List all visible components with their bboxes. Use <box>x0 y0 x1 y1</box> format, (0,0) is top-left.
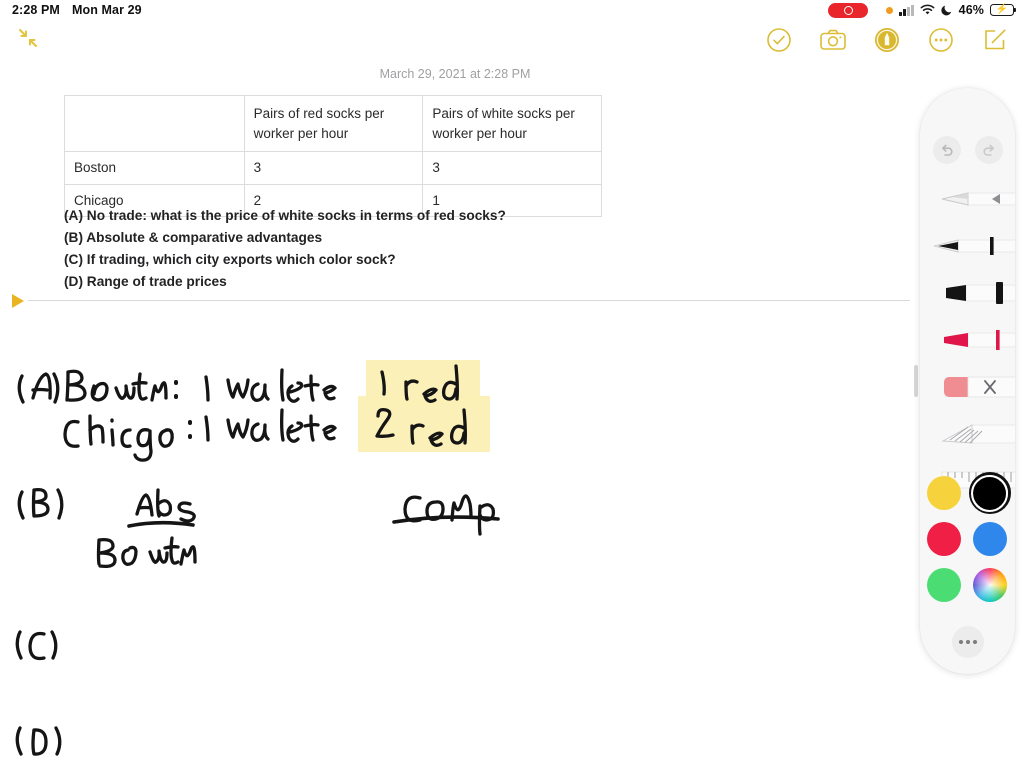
pencil-tool[interactable] <box>920 176 1015 223</box>
highlighter-strokes <box>358 360 490 452</box>
note-page[interactable]: March 29, 2021 at 2:28 PM Pairs of red s… <box>0 64 910 768</box>
lasso-tool[interactable] <box>920 411 1015 458</box>
underline-abs <box>127 520 195 528</box>
battery-percent: 46% <box>958 3 984 17</box>
table-header-cell-white: Pairs of white socks per worker per hour <box>422 94 602 153</box>
markup-tool-palette[interactable]: 30 50 <box>920 88 1015 674</box>
section-divider <box>28 300 910 301</box>
color-swatch-blue[interactable] <box>972 522 1007 556</box>
table-cell-white: 3 <box>422 151 602 185</box>
highlighter-tool[interactable]: 50 <box>920 317 1015 364</box>
table-cell-city: Boston <box>64 151 245 185</box>
more-options-button[interactable] <box>926 25 956 55</box>
highlight-stroke-2 <box>358 396 490 452</box>
checklist-done-icon <box>767 28 791 52</box>
color-swatch-red[interactable] <box>926 522 961 556</box>
app-toolbar <box>0 20 1024 64</box>
note-date-stamp: March 29, 2021 at 2:28 PM <box>379 67 531 81</box>
page-scrollbar[interactable] <box>914 365 918 397</box>
highlight-stroke-1 <box>366 360 480 406</box>
color-swatch-green[interactable] <box>926 568 961 602</box>
status-time: 2:28 PM <box>12 3 60 17</box>
question-item-a: (A) No trade: what is the price of white… <box>64 208 506 223</box>
compose-button[interactable] <box>980 25 1010 55</box>
camera-button[interactable] <box>818 25 848 55</box>
cellular-signal-icon <box>899 4 914 16</box>
collapse-sidebar-button[interactable] <box>16 26 40 55</box>
eraser-tool[interactable] <box>920 364 1015 411</box>
color-swatch-grid <box>920 472 1015 602</box>
table-header-cell-red: Pairs of red socks per worker per hour <box>243 94 424 153</box>
redo-icon <box>982 144 994 156</box>
compose-icon <box>985 29 1006 50</box>
status-bar-right: 46% ⚡ <box>828 2 1017 18</box>
redo-button[interactable] <box>974 136 1003 164</box>
status-bar: 2:28 PM Mon Mar 29 46% ⚡ <box>0 0 1024 20</box>
question-item-d: (D) Range of trade prices <box>64 273 227 289</box>
status-bar-left: 2:28 PM Mon Mar 29 <box>12 3 142 17</box>
toolbar-actions <box>764 25 1010 55</box>
pen-strokes <box>15 364 500 756</box>
table-cell-red: 3 <box>243 151 424 185</box>
apple-pencil-icon <box>875 28 899 52</box>
question-list: (A) No trade: what is the price of white… <box>64 205 624 293</box>
palette-more-button[interactable] <box>951 626 984 658</box>
battery-charging-icon: ⚡ <box>990 4 1017 16</box>
color-swatch-wheel[interactable] <box>972 568 1007 602</box>
productivity-table: Pairs of red socks per worker per hour P… <box>64 94 602 218</box>
pen-tool[interactable] <box>920 223 1015 270</box>
table-header-row: Pairs of red socks per worker per hour P… <box>64 94 602 153</box>
more-options-icon <box>929 28 953 52</box>
tool-list: 30 50 <box>920 176 1015 505</box>
orange-privacy-dot-icon <box>886 6 894 14</box>
table-header-cell-blank <box>64 94 245 153</box>
underline-comp <box>392 515 500 524</box>
do-not-disturb-moon-icon <box>941 4 953 16</box>
apple-pencil-button[interactable] <box>872 25 902 55</box>
collapse-arrows-icon <box>19 29 37 47</box>
undo-button[interactable] <box>932 136 961 164</box>
color-swatch-yellow[interactable] <box>926 476 961 510</box>
undo-redo-group <box>920 136 1015 164</box>
marker-tool[interactable]: 30 <box>920 270 1015 317</box>
table-row: Boston 3 3 <box>64 151 602 185</box>
wifi-icon <box>920 4 935 16</box>
checklist-done-button[interactable] <box>764 25 794 55</box>
notes-app-window: 2:28 PM Mon Mar 29 46% ⚡ March 29, 2021 … <box>0 0 1024 768</box>
screen-recording-icon[interactable] <box>828 2 869 18</box>
undo-icon <box>941 144 953 156</box>
question-item-b: (B) Absolute & comparative advantages <box>64 229 323 245</box>
question-item-c: (C) If trading, which city exports which… <box>64 251 396 267</box>
camera-icon <box>820 29 846 50</box>
color-swatch-black[interactable] <box>968 472 1011 514</box>
page-marker-triangle-icon[interactable] <box>12 294 24 308</box>
status-date: Mon Mar 29 <box>71 3 142 17</box>
